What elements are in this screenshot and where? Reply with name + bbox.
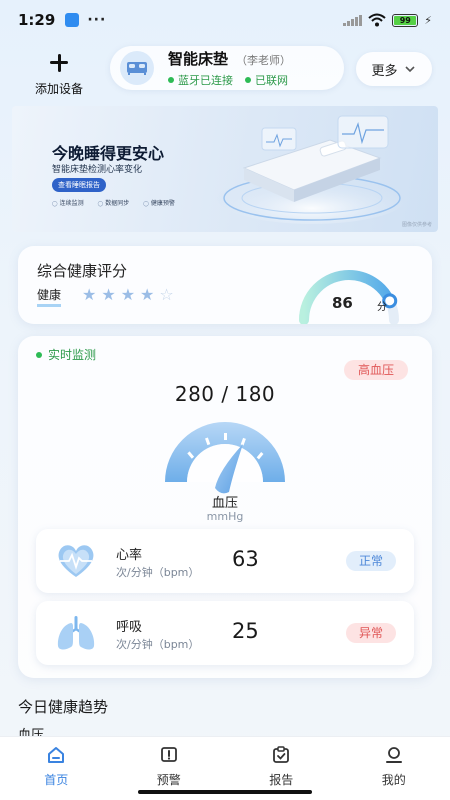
health-score-unit: 分 [377,302,387,313]
add-device-label: 添加设备 [34,82,83,96]
star-empty-icon: ☆ [159,285,174,304]
health-score-value: 86 [332,294,353,312]
health-score-card[interactable]: 综合健康评分 健康 ★ ★ ★ ★ ☆ 86 分 [18,246,432,324]
live-monitor-text: 实时监测 [48,348,97,362]
star-filled-icon: ★ [82,285,97,304]
blood-pressure-label: 血压 [211,496,238,511]
plus-icon [41,48,77,76]
home-indicator [138,790,312,794]
realtime-monitor-card: 实时监测 高血压 280 / 180 血压 mmHg 心率 次/分钟（bpm） … [18,336,432,678]
chevron-down-icon [404,66,415,73]
heart-rate-label: 心率 [116,548,143,563]
lungs-icon [57,616,95,650]
device-name: 智能床垫 [168,50,229,68]
star-filled-icon: ★ [140,285,155,304]
more-notifications-icon: ··· [87,12,107,28]
respiration-unit: 次/分钟（bpm） [116,638,200,651]
banner-feature: 健康预警 [143,198,175,207]
promo-banner[interactable]: 今晚睡得更安心 智能床垫检测心率变化 查看睡眠报告 连续监测 数据同步 健康预警… [12,106,438,232]
banner-feature: 数据同步 [98,198,129,207]
trend-chart-label: 血压 [18,728,45,736]
network-status: 已联网 [245,72,288,88]
status-time: 1:29 [18,11,56,29]
bluetooth-status-text: 蓝牙已连接 [178,74,233,87]
banner-report-button[interactable]: 查看睡眠报告 [52,178,106,192]
heart-rate-unit: 次/分钟（bpm） [116,566,200,579]
signal-icon [343,14,363,26]
status-bar: 1:29 ··· 99 ⚡ [0,0,450,40]
nav-profile-label: 我的 [381,773,406,787]
banner-title: 今晚睡得更安心 [52,144,165,163]
header: 添加设备 智能床垫 （李老师） 蓝牙已连接 已联网 更多 [0,44,450,97]
nav-profile[interactable]: 我的 [338,737,450,800]
banner-disclaimer: 图像仅供参考 [401,222,432,228]
respiration-label: 呼吸 [116,620,143,635]
respiration-row[interactable]: 呼吸 次/分钟（bpm） 25 异常 [36,601,414,665]
more-label: 更多 [371,63,398,79]
add-device-button[interactable]: 添加设备 [32,48,86,97]
bluetooth-status: 蓝牙已连接 [168,72,233,88]
banner-subtitle: 智能床垫检测心率变化 [52,165,143,175]
network-status-text: 已联网 [255,74,288,87]
nav-alerts-label: 预警 [156,773,181,787]
nav-reports-label: 报告 [269,773,294,787]
alert-icon [160,747,177,762]
blood-pressure-unit: mmHg [206,510,244,523]
heart-rate-status-badge: 正常 [346,551,396,571]
banner-features: 连续监测 数据同步 健康预警 [52,198,175,207]
star-filled-icon: ★ [101,285,116,304]
status-dot-icon [245,77,251,83]
status-dot-icon [168,77,174,83]
heart-rate-row[interactable]: 心率 次/分钟（bpm） 63 正常 [36,529,414,593]
banner-feature: 连续监测 [52,198,84,207]
battery-icon: 99 [392,13,419,27]
charging-icon: ⚡ [424,13,432,27]
wifi-icon [368,13,386,27]
profile-icon [385,747,402,763]
report-icon [273,746,290,763]
more-button[interactable]: 更多 [356,52,432,86]
blood-pressure-gauge-icon [165,422,285,494]
star-rating: ★ ★ ★ ★ ☆ [82,286,174,304]
live-monitor-label: 实时监测 [36,346,96,363]
hypertension-badge: 高血压 [344,360,408,380]
respiration-status-badge: 异常 [346,623,396,643]
trend-section-title: 今日健康趋势 [18,698,109,716]
health-level-label: 健康 [37,286,62,307]
star-filled-icon: ★ [120,285,136,304]
respiration-value: 25 [232,619,259,643]
nav-home-label: 首页 [44,773,69,787]
live-dot-icon [36,351,42,358]
app-notification-icon [65,13,80,27]
health-score-title: 综合健康评分 [37,262,128,280]
device-selector[interactable]: 智能床垫 （李老师） 蓝牙已连接 已联网 [110,46,344,90]
nav-home[interactable]: 首页 [0,737,113,800]
blood-pressure-value: 280 / 180 [174,382,276,406]
heart-icon [58,545,94,577]
heart-rate-value: 63 [232,547,259,571]
battery-level: 99 [394,15,417,25]
home-icon [48,747,65,763]
mattress-illustration [217,115,407,224]
bed-icon [120,51,154,85]
device-owner: （李老师） [236,54,292,67]
